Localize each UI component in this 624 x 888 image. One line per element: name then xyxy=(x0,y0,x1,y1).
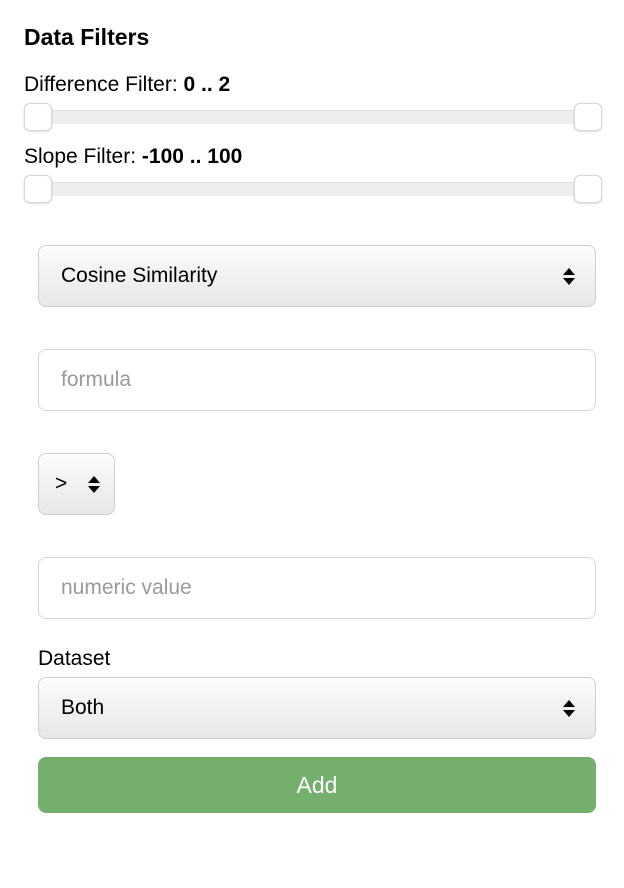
dataset-select[interactable]: Both xyxy=(38,677,596,739)
slope-filter-range: -100 .. 100 xyxy=(142,145,242,168)
comparator-row: > xyxy=(38,453,600,515)
difference-filter-range: 0 .. 2 xyxy=(184,73,231,96)
formula-input[interactable] xyxy=(38,349,596,411)
slope-filter-section: Slope Filter: -100 .. 100 xyxy=(24,145,600,203)
dataset-select-value: Both xyxy=(61,696,104,720)
difference-slider-thumb-min[interactable] xyxy=(24,103,52,131)
add-button[interactable]: Add xyxy=(38,757,596,813)
comparator-select[interactable]: > xyxy=(38,453,115,515)
difference-slider-thumb-max[interactable] xyxy=(574,103,602,131)
slider-rail xyxy=(24,110,602,124)
chevron-updown-icon xyxy=(563,700,575,717)
similarity-select[interactable]: Cosine Similarity xyxy=(38,245,596,307)
dataset-label: Dataset xyxy=(38,647,600,671)
difference-filter-section: Difference Filter: 0 .. 2 xyxy=(24,73,600,131)
similarity-row: Cosine Similarity xyxy=(38,245,600,307)
difference-filter-slider[interactable] xyxy=(24,103,602,131)
numeric-value-row xyxy=(38,557,600,619)
data-filters-heading: Data Filters xyxy=(24,24,600,51)
slider-rail xyxy=(24,182,602,196)
numeric-value-input[interactable] xyxy=(38,557,596,619)
similarity-select-value: Cosine Similarity xyxy=(61,264,217,288)
chevron-updown-icon xyxy=(88,476,100,493)
slope-slider-thumb-min[interactable] xyxy=(24,175,52,203)
difference-filter-label-text: Difference Filter: xyxy=(24,73,184,96)
comparator-select-value: > xyxy=(55,472,67,496)
slope-filter-slider[interactable] xyxy=(24,175,602,203)
chevron-updown-icon xyxy=(563,268,575,285)
slope-filter-label: Slope Filter: -100 .. 100 xyxy=(24,145,600,169)
formula-row xyxy=(38,349,600,411)
slope-slider-thumb-max[interactable] xyxy=(574,175,602,203)
slope-filter-label-text: Slope Filter: xyxy=(24,145,142,168)
difference-filter-label: Difference Filter: 0 .. 2 xyxy=(24,73,600,97)
filter-form: Cosine Similarity > Dataset Both Add xyxy=(24,245,600,813)
